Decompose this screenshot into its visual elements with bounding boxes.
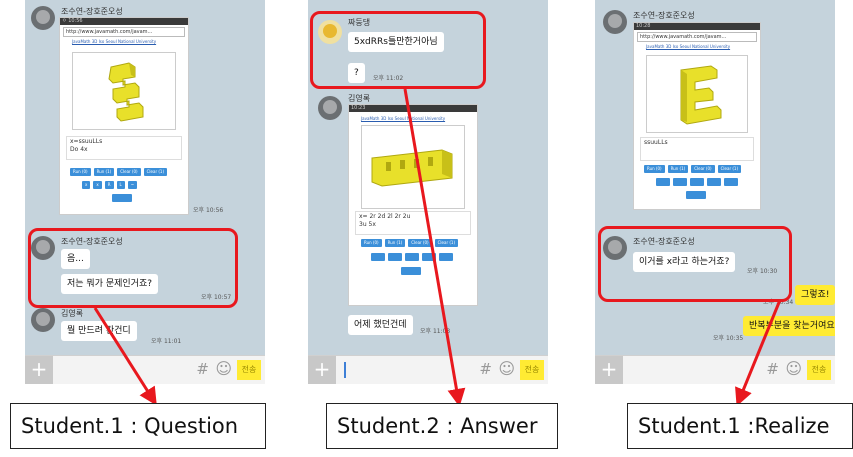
arrow-2 <box>403 88 466 407</box>
caption-answer: Student.2 : Answer <box>326 403 558 449</box>
arrow-1 <box>93 307 157 406</box>
caption-question: Student.1 : Question <box>10 403 266 449</box>
arrow-3 <box>735 299 782 407</box>
arrow-connectors <box>93 88 782 407</box>
caption-realize: Student.1 :Realize <box>627 403 853 449</box>
